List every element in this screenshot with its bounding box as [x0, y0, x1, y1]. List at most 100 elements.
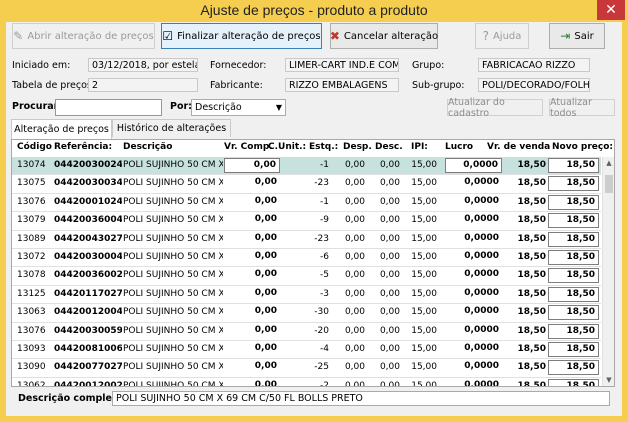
table-row[interactable]: 13076 04420030059POLI SUJINHO 50 CM X 69 -…: [12, 323, 601, 341]
search-input[interactable]: [55, 99, 162, 116]
table-row[interactable]: 13078 04420036002POLI SUJINHO 50 CM X 69 -…: [12, 267, 601, 286]
group-field: FABRICACAO RIZZO: [478, 58, 590, 72]
profit-input[interactable]: 0,0000: [445, 213, 502, 228]
purchase-value-input[interactable]: 0,00: [224, 176, 280, 191]
cell-discount: 0,00: [379, 160, 400, 170]
table-row[interactable]: 13093 04420081006POLI SUJINHO 50 CM X 69 -…: [12, 341, 601, 360]
purchase-value-input[interactable]: 0,00: [224, 360, 280, 375]
cell-expenses: 0,00: [344, 325, 365, 336]
col-header-stock: Estq.:: [309, 142, 339, 152]
cell-expenses: 0,00: [344, 160, 365, 170]
table-row[interactable]: 13072 04420030004POLI SUJINHO 50 CM X 69 -…: [12, 249, 601, 268]
table-row[interactable]: 13125 04420117027POLI SUJINHO 50 CM X 69 -…: [12, 286, 601, 305]
profit-input[interactable]: 0,0000: [445, 176, 502, 191]
scrollbar-thumb[interactable]: [605, 175, 613, 193]
new-price-input[interactable]: 18,50: [548, 360, 599, 376]
open-price-change-button[interactable]: ✎ Abrir alteração de preços: [12, 23, 155, 49]
profit-input[interactable]: 0,0000: [445, 158, 502, 173]
purchase-value-input[interactable]: 0,00: [224, 342, 280, 357]
table-row[interactable]: 13089 04420043027POLI SUJINHO 50 CM X 69 -…: [12, 231, 601, 249]
new-price-input[interactable]: 18,50: [548, 378, 599, 386]
cell-discount: 0,00: [379, 362, 400, 373]
purchase-value-input[interactable]: 0,00: [224, 213, 280, 228]
purchase-value-input[interactable]: 0,00: [224, 250, 280, 265]
cell-description: POLI SUJINHO 50 CM X 69: [123, 344, 223, 354]
search-by-select[interactable]: Descrição ▼: [191, 99, 286, 116]
cell-code: 13076: [17, 196, 46, 207]
tab-change-history[interactable]: Histórico de alterações: [112, 119, 231, 137]
cell-code: 13072: [17, 252, 46, 262]
help-button[interactable]: ? Ajuda: [475, 23, 529, 49]
cell-code: 13078: [17, 270, 46, 281]
cell-stock: -30: [314, 307, 329, 318]
close-window-button[interactable]: ✕: [597, 0, 625, 20]
new-price-input[interactable]: 18,50: [548, 268, 599, 284]
cell-reference: 04420030024: [54, 160, 122, 170]
new-price-input[interactable]: 18,50: [548, 286, 599, 302]
profit-input[interactable]: 0,0000: [445, 360, 502, 375]
profit-input[interactable]: 0,0000: [445, 324, 502, 339]
profit-input[interactable]: 0,0000: [445, 268, 502, 283]
supplier-label: Fornecedor:: [210, 60, 267, 71]
cell-stock: -3: [320, 288, 329, 299]
cell-stock: -2: [320, 380, 329, 387]
finish-price-change-button[interactable]: ☑ Finalizar alteração de preços: [161, 23, 322, 49]
update-all-button[interactable]: Atualizar todos: [549, 97, 615, 119]
profit-input[interactable]: 0,0000: [445, 232, 502, 247]
new-price-input[interactable]: 18,50: [548, 231, 599, 247]
new-price-input[interactable]: 18,50: [548, 176, 599, 192]
cell-ipi: 15,00: [411, 362, 437, 373]
profit-input[interactable]: 0,0000: [445, 250, 502, 265]
tab-price-change[interactable]: Alteração de preços: [11, 119, 112, 139]
new-price-input[interactable]: 18,50: [548, 213, 599, 229]
cell-discount: 0,00: [379, 178, 400, 189]
cell-code: 13063: [17, 307, 46, 318]
cell-ipi: 15,00: [411, 215, 437, 226]
table-row[interactable]: 13079 04420036004POLI SUJINHO 50 CM X 69 -…: [12, 212, 601, 231]
title-bar: Ajuste de preços - produto a produto: [0, 0, 628, 22]
purchase-value-input[interactable]: 0,00: [224, 324, 280, 339]
profit-input[interactable]: 0,0000: [445, 305, 502, 320]
new-price-input[interactable]: 18,50: [548, 158, 599, 173]
col-header-expenses: Desp.: [343, 142, 372, 152]
scroll-down-icon[interactable]: ▼: [603, 374, 614, 386]
update-from-registry-button[interactable]: Atualizar do cadastro: [447, 97, 543, 119]
profit-input[interactable]: 0,0000: [445, 379, 502, 386]
price-grid: Código Referência: Descrição Vr. Comp. C…: [11, 139, 615, 387]
edit-icon: ✎: [13, 29, 24, 43]
table-row[interactable]: 13076 04420001024POLI SUJINHO 50 CM X 69 -…: [12, 194, 601, 213]
profit-input[interactable]: 0,0000: [445, 195, 502, 210]
purchase-value-input[interactable]: 0,00: [224, 379, 280, 386]
purchase-value-input[interactable]: 0,00: [224, 158, 280, 173]
purchase-value-input[interactable]: 0,00: [224, 287, 280, 302]
cell-description: POLI SUJINHO 50 CM X 69: [123, 288, 223, 299]
cell-discount: 0,00: [379, 307, 400, 318]
grid-vertical-scrollbar[interactable]: ▲ ▼: [602, 157, 614, 386]
new-price-input[interactable]: 18,50: [548, 323, 599, 339]
col-header-discount: Desc.: [375, 142, 403, 152]
profit-input[interactable]: 0,0000: [445, 342, 502, 357]
purchase-value-input[interactable]: 0,00: [224, 232, 280, 247]
table-row[interactable]: 13063 04420012004POLI SUJINHO 50 CM X 69 -…: [12, 304, 601, 323]
new-price-input[interactable]: 18,50: [548, 250, 599, 265]
help-icon: ?: [482, 29, 489, 43]
purchase-value-input[interactable]: 0,00: [224, 268, 280, 283]
table-row[interactable]: 13062 04420012002POLI SUJINHO 50 CM X 69 -…: [12, 378, 601, 387]
cell-description: POLI SUJINHO 50 CM X 69: [123, 270, 223, 281]
cancel-change-button[interactable]: ✖ Cancelar alteração: [330, 23, 438, 49]
table-row[interactable]: 13075 04420030034POLI SUJINHO 50 CM X 69 -…: [12, 175, 601, 194]
table-row[interactable]: 13074 04420030024POLI SUJINHO 50 CM X 69 -…: [12, 157, 601, 176]
profit-input[interactable]: 0,0000: [445, 287, 502, 302]
cell-code: 13079: [17, 215, 46, 226]
scroll-up-icon[interactable]: ▲: [603, 157, 614, 169]
purchase-value-input[interactable]: 0,00: [224, 305, 280, 320]
exit-button[interactable]: ⇥ Sair: [549, 23, 605, 49]
new-price-input[interactable]: 18,50: [548, 194, 599, 210]
cell-discount: 0,00: [379, 344, 400, 354]
purchase-value-input[interactable]: 0,00: [224, 195, 280, 210]
cell-description: POLI SUJINHO 50 CM X 69: [123, 307, 223, 318]
table-row[interactable]: 13090 04420077027POLI SUJINHO 50 CM X 69 -…: [12, 359, 601, 378]
new-price-input[interactable]: 18,50: [548, 305, 599, 321]
col-header-unit-cost: C.Unit.:: [268, 142, 307, 152]
new-price-input[interactable]: 18,50: [548, 342, 599, 357]
